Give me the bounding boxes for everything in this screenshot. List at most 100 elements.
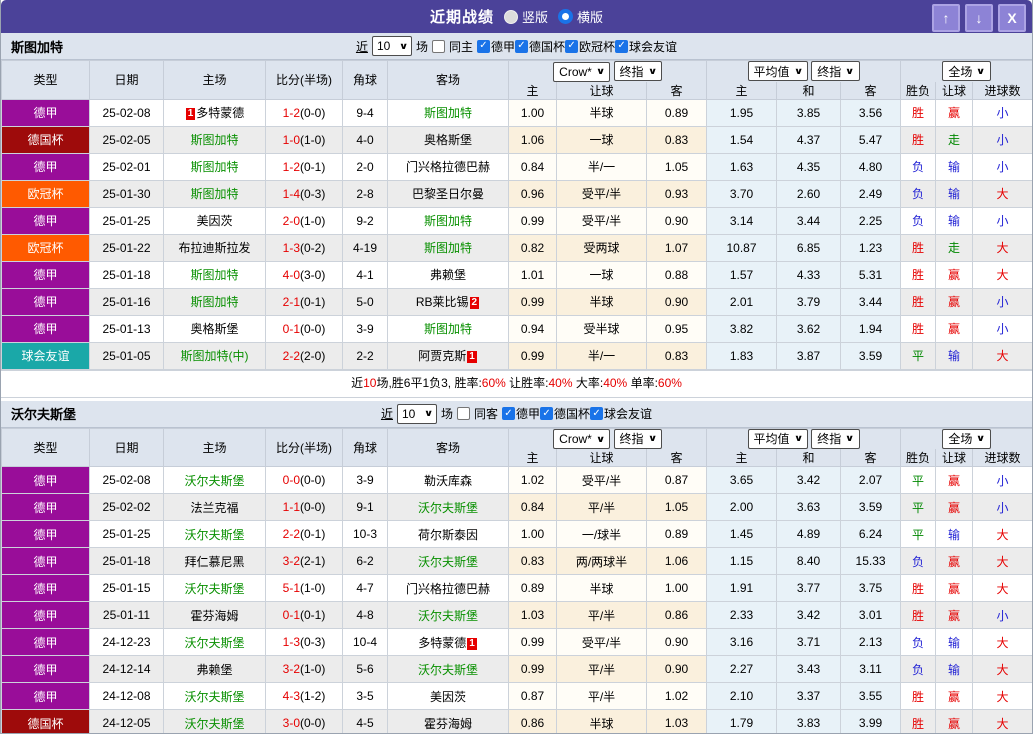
crow-away-odds: 0.88 [645,260,708,289]
bookmaker-select[interactable]: Crow* ∨ [553,61,611,82]
avg-away-odds: 3.01 [840,601,902,629]
home-team: 斯图加特 [163,152,266,181]
unchecked-checkbox-icon[interactable] [456,407,470,420]
avg-draw-odds: 3.71 [776,628,842,656]
checked-checkbox-icon[interactable]: ✓ [502,407,515,421]
result-wdl: 胜 [900,709,937,733]
result-goals: 小 [972,287,1032,316]
crow-handicap: 两/两球半 [556,547,647,575]
checked-checkbox-icon[interactable]: ✓ [565,39,579,53]
league-badge: 德甲 [1,466,90,494]
home-team: 沃尔夫斯堡 [163,628,266,656]
col-result-handicap: 让球 [935,81,974,100]
away-team: 沃尔夫斯堡 [387,655,509,683]
result-handicap: 赢 [935,314,974,343]
window-title: 近期战绩 [429,9,494,26]
league-filter-checkbox[interactable]: ✓ 球会友谊 [615,38,677,55]
match-score: 1-2(0-0) [265,98,343,127]
match-row: 德甲 25-01-13 奥格斯堡 0-1(0-0) 3-9 斯图加特 0.94 … [1,314,1032,343]
league-filter-checkbox[interactable]: ✓ 欧冠杯 [565,38,615,55]
away-team: 斯图加特 [387,233,509,262]
match-date: 25-02-08 [89,466,164,494]
match-score: 1-3(0-2) [265,233,343,262]
crow-away-odds: 0.90 [645,655,708,683]
corner-score: 9-4 [342,98,388,127]
bookmaker-select[interactable]: Crow* ∨ [553,429,611,449]
radio-unselected-icon[interactable] [503,9,518,24]
move-down-button[interactable]: ↓ [965,4,993,32]
recent-link[interactable]: 近 [356,38,368,55]
result-wdl: 平 [900,520,937,548]
checked-checkbox-icon[interactable]: ✓ [540,407,554,421]
checked-checkbox-icon[interactable]: ✓ [615,39,629,53]
same-venue-checkbox[interactable]: 同主 [431,38,473,55]
average-select[interactable]: 平均值 ∨ [747,61,808,82]
match-date: 25-01-25 [89,520,164,548]
full-match-select[interactable]: 全场 ∨ [942,61,991,82]
titlebar-buttons: ↑ ↓ X [932,4,1026,32]
checked-checkbox-icon[interactable]: ✓ [476,39,490,53]
move-up-button[interactable]: ↑ [932,4,960,32]
avg-draw-odds: 4.89 [776,520,842,548]
same-venue-checkbox[interactable]: 同客 [456,405,498,422]
corner-score: 4-0 [342,125,388,154]
final-odds-select-mid[interactable]: 终指 ∨ [811,61,860,82]
avg-home-odds: 1.45 [706,520,778,548]
league-filter-checkbox[interactable]: ✓ 德甲 [476,38,515,55]
result-handicap: 输 [935,628,974,656]
match-score: 2-1(0-1) [265,287,343,316]
avg-away-odds: 3.59 [840,493,902,521]
recent-link[interactable]: 近 [381,405,393,422]
results-table: 类型 日期 主场 比分(半场) 角球 客场 Crow* ∨ 终指 ∨ 平均值 ∨ 终指… [1,427,1032,733]
match-row: 球会友谊 25-01-05 斯图加特(中) 2-2(2-0) 2-2 阿贾克斯 1… [1,341,1032,370]
close-button[interactable]: X [998,4,1026,32]
league-filter-checkbox[interactable]: ✓ 德国杯 [515,38,565,55]
match-score: 0-0(0-0) [265,466,343,494]
average-select[interactable]: 平均值 ∨ [747,429,808,449]
league-badge: 德甲 [1,601,90,629]
checked-checkbox-icon[interactable]: ✓ [515,39,528,53]
league-filter-checkbox[interactable]: ✓ 球会友谊 [590,405,652,422]
match-date: 24-12-05 [89,709,164,733]
home-team: 沃尔夫斯堡 [163,520,266,548]
result-handicap: 输 [935,206,974,235]
match-score: 4-3(1-2) [265,682,343,710]
corner-score: 4-5 [342,709,388,733]
radio-selected-icon[interactable] [558,9,573,24]
league-filter-checkbox[interactable]: ✓ 德甲 [502,405,540,422]
match-date: 25-02-02 [89,493,164,521]
crow-home-odds: 0.94 [508,314,557,343]
result-goals: 大 [972,574,1032,602]
chevron-down-icon: ∨ [398,40,409,51]
away-team: 沃尔夫斯堡 [387,547,509,575]
avg-home-odds: 2.33 [706,601,778,629]
avg-home-odds: 1.95 [706,98,778,127]
result-handicap: 走 [935,233,974,262]
col-crow-handicap: 让球 [556,81,647,100]
match-date: 25-01-15 [89,574,164,602]
league-filter-checkbox[interactable]: ✓ 德国杯 [540,405,590,422]
final-odds-select-left[interactable]: 终指 ∨ [613,429,662,449]
away-team: 沃尔夫斯堡 [387,493,509,521]
result-handicap: 输 [935,152,974,181]
home-team: 奥格斯堡 [163,314,266,343]
avg-away-odds: 5.31 [840,260,902,289]
league-badge: 欧冠杯 [1,179,90,208]
col-result-wdl: 胜负 [900,449,937,467]
average-header-cell: 平均值 ∨ 终指 ∨ [706,60,902,82]
result-handicap: 赢 [935,547,974,575]
full-match-select[interactable]: 全场 ∨ [942,429,991,449]
final-odds-select-left[interactable]: 终指 ∨ [613,61,662,81]
away-team: 巴黎圣日尔曼 [387,179,509,208]
avg-home-odds: 2.27 [706,655,778,683]
result-handicap: 赢 [935,493,974,521]
match-count-select[interactable]: 10 ∨ [371,36,412,56]
layout-option-vertical[interactable]: 竖版 [503,7,548,26]
checked-checkbox-icon[interactable]: ✓ [590,407,604,421]
league-filter-label: 德甲 [516,407,541,422]
unchecked-checkbox-icon[interactable] [431,39,445,53]
crow-away-odds: 1.03 [645,709,708,733]
match-count-select[interactable]: 10 ∨ [396,403,437,424]
layout-option-horizontal[interactable]: 横版 [558,7,603,26]
final-odds-select-mid[interactable]: 终指 ∨ [811,429,860,449]
